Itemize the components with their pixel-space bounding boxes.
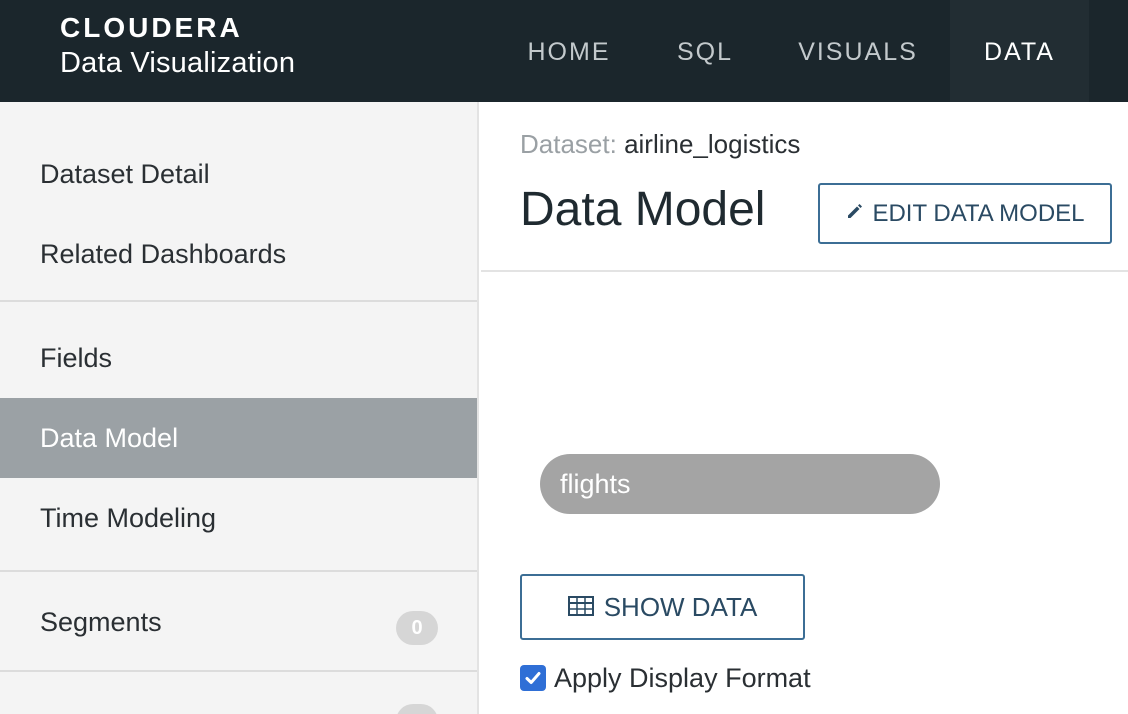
apply-display-format-label[interactable]: Apply Display Format (554, 663, 811, 694)
breadcrumb-label: Dataset: (520, 129, 617, 159)
main-content: Dataset: airline_logistics Data Model ED… (481, 102, 1128, 714)
table-grid-icon (567, 592, 594, 623)
apply-display-format-row: Apply Display Format (520, 663, 811, 693)
apply-display-format-checkbox[interactable] (520, 665, 546, 691)
header-divider (481, 270, 1128, 272)
sidebar-item-segments[interactable]: Segments 0 (0, 582, 477, 662)
sidebar-item-dataset-detail[interactable]: Dataset Detail (0, 134, 477, 214)
brand-product-name: Data Visualization (60, 47, 296, 79)
nav-data[interactable]: DATA (950, 0, 1089, 108)
sidebar-group-model: Fields Data Model Time Modeling (0, 302, 477, 572)
sidebar-item-data-model[interactable]: Data Model (0, 398, 477, 478)
page-title: Data Model (520, 183, 766, 236)
checkmark-icon (525, 672, 541, 684)
sidebar-item-related-dashboards[interactable]: Related Dashboards (0, 214, 477, 294)
sidebar-group-segments: Segments 0 (0, 572, 477, 672)
nav-sql[interactable]: SQL (660, 0, 750, 102)
sidebar-item-label: Segments (40, 607, 162, 637)
breadcrumb: Dataset: airline_logistics (520, 128, 800, 160)
sidebar-item-fields[interactable]: Fields (0, 318, 477, 398)
sidebar-item-partial-label (40, 702, 80, 712)
table-node-flights[interactable]: flights (540, 454, 940, 514)
sidebar: Dataset Detail Related Dashboards Fields… (0, 102, 479, 714)
top-navbar: CLOUDERA Data Visualization HOME SQL VIS… (0, 0, 1128, 108)
show-data-button[interactable]: SHOW DATA (520, 574, 805, 640)
sidebar-item-partial-badge (396, 704, 438, 714)
breadcrumb-dataset-name: airline_logistics (624, 129, 801, 159)
segments-count-badge: 0 (396, 611, 438, 645)
pencil-icon (845, 200, 865, 228)
edit-data-model-label: EDIT DATA MODEL (872, 199, 1085, 227)
sidebar-item-time-modeling[interactable]: Time Modeling (0, 478, 477, 558)
show-data-label: SHOW DATA (603, 591, 758, 622)
nav-visuals[interactable]: VISUALS (785, 0, 931, 102)
brand[interactable]: CLOUDERA Data Visualization (60, 12, 295, 81)
sidebar-group-dataset: Dataset Detail Related Dashboards (0, 102, 477, 302)
brand-logo: CLOUDERA (60, 12, 243, 43)
edit-data-model-button[interactable]: EDIT DATA MODEL (818, 183, 1112, 244)
nav-home[interactable]: HOME (512, 0, 626, 102)
sidebar-item-partial[interactable] (0, 672, 477, 714)
